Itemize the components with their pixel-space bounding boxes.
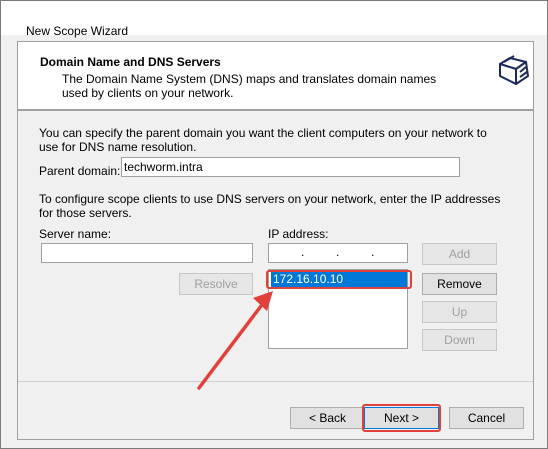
server-name-input[interactable] <box>41 243 253 263</box>
window-title: New Scope Wizard <box>26 24 129 38</box>
wizard-window: New Scope Wizard Domain Name and DNS Ser… <box>0 0 548 449</box>
wizard-body: You can specify the parent domain you wa… <box>17 110 534 440</box>
remove-button[interactable]: Remove <box>422 273 497 295</box>
ip-address-label: IP address: <box>268 227 329 241</box>
ip-octet-separator: . <box>336 245 340 259</box>
list-item-highlight <box>266 270 412 289</box>
ip-address-input[interactable]: . . . <box>268 243 408 263</box>
ip-octet-separator: . <box>301 245 305 259</box>
parent-domain-intro: You can specify the parent domain you wa… <box>39 126 487 154</box>
title-bar: New Scope Wizard <box>1 1 547 38</box>
resolve-button[interactable]: Resolve <box>179 273 253 295</box>
header-subtitle: The Domain Name System (DNS) maps and tr… <box>62 72 437 100</box>
parent-domain-input[interactable]: techworm.intra <box>121 157 460 177</box>
header-title: Domain Name and DNS Servers <box>40 55 221 69</box>
ip-octet-separator: . <box>371 245 375 259</box>
parent-domain-label: Parent domain: <box>39 164 121 178</box>
separator <box>18 381 533 382</box>
down-button[interactable]: Down <box>422 329 497 351</box>
cancel-button[interactable]: Cancel <box>449 407 524 429</box>
dns-servers-intro: To configure scope clients to use DNS se… <box>39 192 501 220</box>
back-button[interactable]: < Back <box>290 407 365 429</box>
wizard-header: Domain Name and DNS Servers The Domain N… <box>17 41 534 110</box>
up-button[interactable]: Up <box>422 301 497 323</box>
add-button[interactable]: Add <box>422 243 497 265</box>
next-button-highlight <box>362 404 441 432</box>
folders-icon <box>496 52 532 92</box>
server-name-label: Server name: <box>39 227 112 241</box>
